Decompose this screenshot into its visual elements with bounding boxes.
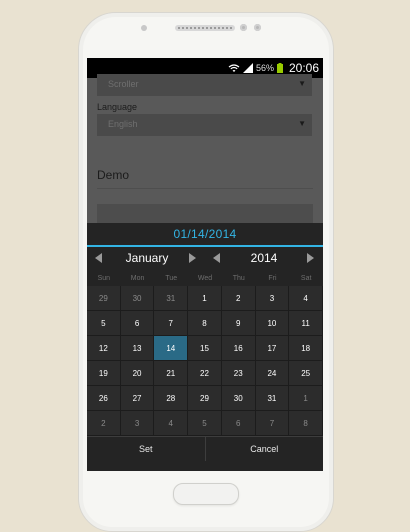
day-cell[interactable]: 17 <box>255 336 290 361</box>
day-cell[interactable]: 6 <box>221 411 256 436</box>
prev-month-icon[interactable] <box>95 253 102 263</box>
mode-select-value: Scroller <box>108 79 139 89</box>
calendar-grid: 29 30 31 1 2 3 4 5 6 7 8 9 10 11 12 13 14 15 16 17 18 19 20 21 2… <box>87 286 323 436</box>
day-cell[interactable]: 10 <box>255 311 290 336</box>
year-label: 2014 <box>250 251 278 265</box>
day-cell[interactable]: 6 <box>120 311 155 336</box>
day-cell[interactable]: 25 <box>289 361 323 386</box>
day-cell[interactable]: 23 <box>221 361 256 386</box>
proximity-sensor <box>240 24 247 31</box>
weekday-label: Mon <box>130 275 145 282</box>
day-cell[interactable]: 27 <box>120 386 155 411</box>
weekday-header: Sun Mon Tue Wed Thu Fri Sat <box>87 271 323 286</box>
status-clock: 20:06 <box>288 61 319 75</box>
day-cell[interactable]: 30 <box>120 286 155 311</box>
day-cell[interactable]: 29 <box>87 286 121 311</box>
dialog-buttons: Set Cancel <box>87 436 323 461</box>
language-select[interactable]: English ▼ <box>97 114 312 136</box>
home-button[interactable] <box>173 483 239 505</box>
day-cell[interactable]: 21 <box>154 361 189 386</box>
earpiece-speaker <box>175 25 235 31</box>
language-label: Language <box>97 102 138 112</box>
day-cell[interactable]: 18 <box>289 336 323 361</box>
day-cell[interactable]: 22 <box>188 361 222 386</box>
day-cell[interactable]: 4 <box>154 411 189 436</box>
day-cell[interactable]: 15 <box>188 336 222 361</box>
day-cell[interactable]: 30 <box>221 386 256 411</box>
day-cell[interactable]: 5 <box>188 411 222 436</box>
weekday-label: Thu <box>232 275 245 282</box>
battery-percent: 56% <box>255 63 274 73</box>
wifi-icon <box>228 64 240 72</box>
dropdown-arrow-icon: ▼ <box>298 79 306 88</box>
month-year-navigator: January 2014 <box>87 247 323 271</box>
screen: 56% 20:06 Scroller ▼ Language English ▼ … <box>87 58 323 471</box>
day-cell[interactable]: 4 <box>289 286 323 311</box>
day-cell[interactable]: 24 <box>255 361 290 386</box>
day-cell[interactable]: 5 <box>87 311 121 336</box>
weekday-label: Tue <box>165 275 178 282</box>
dropdown-arrow-icon: ▼ <box>298 119 306 128</box>
day-cell[interactable]: 11 <box>289 311 323 336</box>
day-cell[interactable]: 28 <box>154 386 189 411</box>
day-cell[interactable]: 31 <box>255 386 290 411</box>
next-year-icon[interactable] <box>307 253 314 263</box>
signal-icon <box>242 63 253 73</box>
date-picker-dialog: 01/14/2014 January 2014 Sun Mon Tue Wed Thu F… <box>87 223 323 471</box>
weekday-label: Sat <box>300 275 312 282</box>
day-cell[interactable]: 3 <box>120 411 155 436</box>
day-cell[interactable]: 12 <box>87 336 121 361</box>
day-cell[interactable]: 2 <box>87 411 121 436</box>
day-cell[interactable]: 29 <box>188 386 222 411</box>
weekday-label: Wed <box>197 275 213 282</box>
prev-year-icon[interactable] <box>213 253 220 263</box>
day-cell[interactable]: 3 <box>255 286 290 311</box>
day-cell[interactable]: 16 <box>221 336 256 361</box>
day-cell[interactable]: 13 <box>120 336 155 361</box>
selected-day-cell[interactable]: 14 <box>154 336 189 361</box>
demo-heading: Demo <box>97 168 130 182</box>
next-month-icon[interactable] <box>189 253 196 263</box>
cancel-button[interactable]: Cancel <box>204 437 324 461</box>
day-cell[interactable]: 2 <box>221 286 256 311</box>
day-cell[interactable]: 8 <box>289 411 323 436</box>
front-camera <box>141 25 147 31</box>
divider <box>97 188 313 189</box>
day-cell[interactable]: 7 <box>154 311 189 336</box>
set-button[interactable]: Set <box>87 437 205 461</box>
light-sensor <box>254 24 261 31</box>
day-cell[interactable]: 19 <box>87 361 121 386</box>
day-cell[interactable]: 1 <box>289 386 323 411</box>
day-cell[interactable]: 20 <box>120 361 155 386</box>
weekday-label: Sun <box>97 275 111 282</box>
battery-icon <box>276 63 283 73</box>
day-cell[interactable]: 9 <box>221 311 256 336</box>
weekday-label: Fri <box>268 275 277 282</box>
day-cell[interactable]: 7 <box>255 411 290 436</box>
day-cell[interactable]: 8 <box>188 311 222 336</box>
language-select-value: English <box>108 119 138 129</box>
mode-select[interactable]: Scroller ▼ <box>97 74 312 96</box>
day-cell[interactable]: 1 <box>188 286 222 311</box>
day-cell[interactable]: 31 <box>154 286 189 311</box>
day-cell[interactable]: 26 <box>87 386 121 411</box>
selected-date-header: 01/14/2014 <box>87 223 323 247</box>
month-label: January <box>125 251 169 265</box>
